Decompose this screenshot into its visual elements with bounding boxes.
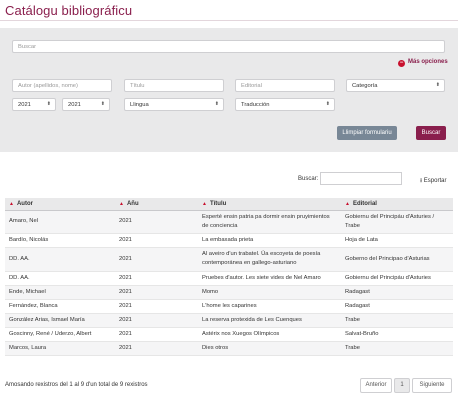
sort-up-icon: ▲ bbox=[345, 200, 350, 207]
year-to-value: 2021 bbox=[68, 102, 81, 108]
cell-publisher: Hoja de Lata bbox=[341, 233, 453, 248]
cell-title: Esperté ensin patria pa dormir ensin pru… bbox=[198, 210, 341, 234]
table-row[interactable]: González Arias, Ismael María 2021 La res… bbox=[5, 313, 453, 328]
download-icon: ⭳ bbox=[420, 178, 423, 184]
cell-year: 2021 bbox=[115, 210, 198, 234]
table-row[interactable]: DD. AA. 2021 Pruebes d'autor. Les siete … bbox=[5, 271, 453, 286]
cell-author: Amaro, Nel bbox=[5, 210, 115, 234]
cell-title: Al aveiro d'un trabatel. Ùa escoyeta de … bbox=[198, 247, 341, 272]
cell-publisher: Radagast bbox=[341, 299, 453, 314]
updown-arrow-icon: ⬍ bbox=[214, 101, 219, 107]
catalog-table: ▲ Autor ▲ Añu ▲ Títulu ▲ Editorial Amaro, Ne… bbox=[5, 198, 453, 356]
table-row[interactable]: Marcos, Laura 2021 Dies otros Trabe bbox=[5, 341, 453, 356]
cell-title: Dies otros bbox=[198, 341, 341, 356]
language-select[interactable]: Llingua ⬍ bbox=[124, 98, 224, 111]
updown-arrow-icon: ⬍ bbox=[435, 82, 440, 88]
sort-up-icon: ▲ bbox=[9, 200, 14, 207]
table-row[interactable]: Bardío, Nicolás 2021 La embaxada prieta … bbox=[5, 233, 453, 248]
table-row[interactable]: Amaro, Nel 2021 Esperté ensin patria pa … bbox=[5, 210, 453, 234]
table-row[interactable]: DD. AA. 2021 Al aveiro d'un trabatel. Ùa… bbox=[5, 247, 453, 272]
table-search-input[interactable] bbox=[320, 172, 402, 185]
cell-year: 2021 bbox=[115, 299, 198, 314]
pagination-page-1[interactable]: 1 bbox=[394, 378, 410, 393]
category-value: Categoría bbox=[352, 83, 378, 89]
column-header-title[interactable]: ▲ Títulu bbox=[198, 198, 341, 211]
table-row[interactable]: Ende, Michael 2021 Momo Radagast bbox=[5, 285, 453, 300]
updown-arrow-icon: ⬍ bbox=[325, 101, 330, 107]
export-button[interactable]: ⭳ Esportar bbox=[420, 176, 446, 186]
cell-publisher: Trabe bbox=[341, 341, 453, 356]
cell-publisher: Goberno del Principao d'Asturias bbox=[341, 247, 453, 272]
updown-arrow-icon: ⬍ bbox=[46, 101, 51, 107]
updown-arrow-icon: ⬍ bbox=[100, 101, 105, 107]
publisher-field[interactable]: Editorial bbox=[235, 79, 335, 92]
column-header-publisher[interactable]: ▲ Editorial bbox=[341, 198, 453, 211]
cell-year: 2021 bbox=[115, 313, 198, 328]
cell-publisher: Gobiernu del Principáu d'Asturies / Trab… bbox=[341, 210, 453, 234]
translation-value: Traducción bbox=[241, 102, 270, 108]
cell-author: Fernández, Blanca bbox=[5, 299, 115, 314]
title-divider bbox=[0, 20, 458, 21]
cell-year: 2021 bbox=[115, 247, 198, 272]
language-value: Llingua bbox=[130, 102, 149, 108]
year-to-select[interactable]: 2021 ⬍ bbox=[62, 98, 110, 111]
cell-publisher: Trabe bbox=[341, 313, 453, 328]
more-options-toggle[interactable]: − Más opciones bbox=[398, 59, 448, 67]
cell-year: 2021 bbox=[115, 285, 198, 300]
sort-up-icon: ▲ bbox=[119, 200, 124, 207]
cell-title: Momo bbox=[198, 285, 341, 300]
translation-select[interactable]: Traducción ⬍ bbox=[235, 98, 335, 111]
cell-title: La embaxada prieta bbox=[198, 233, 341, 248]
more-options-label: Más opciones bbox=[408, 59, 448, 65]
search-input[interactable]: Buscar bbox=[12, 40, 445, 53]
export-label: Esportar bbox=[423, 178, 447, 184]
search-button[interactable]: Buscar bbox=[416, 126, 446, 140]
pagination-previous[interactable]: Anterior bbox=[360, 378, 392, 393]
category-select[interactable]: Categoría ⬍ bbox=[346, 79, 445, 92]
cell-publisher: Gobiernu del Principáu d'Asturies bbox=[341, 271, 453, 286]
table-row[interactable]: Goscinny, René / Uderzo, Albert 2021 Ast… bbox=[5, 327, 453, 342]
cell-year: 2021 bbox=[115, 271, 198, 286]
cell-title: Astérix nos Xuegos Olímpicos bbox=[198, 327, 341, 342]
cell-author: Marcos, Laura bbox=[5, 341, 115, 356]
cell-year: 2021 bbox=[115, 327, 198, 342]
table-info: Amosando rexistros del 1 al 9 d'un total… bbox=[5, 382, 148, 388]
cell-author: DD. AA. bbox=[5, 271, 115, 286]
clear-form-button[interactable]: Llimpiar formulariu bbox=[337, 126, 397, 140]
cell-title: L'home les caparines bbox=[198, 299, 341, 314]
cell-author: González Arias, Ismael María bbox=[5, 313, 115, 328]
page-title: Catálogu bibliográficu bbox=[5, 3, 133, 18]
column-header-year[interactable]: ▲ Añu bbox=[115, 198, 198, 211]
pagination-next[interactable]: Siguiente bbox=[412, 378, 452, 393]
cell-author: Goscinny, René / Uderzo, Albert bbox=[5, 327, 115, 342]
year-from-value: 2021 bbox=[18, 102, 31, 108]
author-field[interactable]: Autor (apellidos, nome) bbox=[12, 79, 112, 92]
cell-author: Ende, Michael bbox=[5, 285, 115, 300]
minus-circle-icon: − bbox=[398, 60, 405, 67]
table-search-label: Buscar: bbox=[298, 176, 319, 182]
title-field[interactable]: Títulu bbox=[124, 79, 224, 92]
column-header-author[interactable]: ▲ Autor bbox=[5, 198, 115, 211]
table-header-row: ▲ Autor ▲ Añu ▲ Títulu ▲ Editorial bbox=[5, 198, 453, 211]
table-row[interactable]: Fernández, Blanca 2021 L'home les capari… bbox=[5, 299, 453, 314]
sort-up-icon: ▲ bbox=[202, 200, 207, 207]
cell-author: Bardío, Nicolás bbox=[5, 233, 115, 248]
year-from-select[interactable]: 2021 ⬍ bbox=[12, 98, 56, 111]
cell-publisher: Salvat-Bruño bbox=[341, 327, 453, 342]
cell-publisher: Radagast bbox=[341, 285, 453, 300]
cell-year: 2021 bbox=[115, 233, 198, 248]
cell-title: La reserva protexida de Les Cuenques bbox=[198, 313, 341, 328]
cell-title: Pruebes d'autor. Les siete vides de Nel … bbox=[198, 271, 341, 286]
cell-year: 2021 bbox=[115, 341, 198, 356]
cell-author: DD. AA. bbox=[5, 247, 115, 272]
